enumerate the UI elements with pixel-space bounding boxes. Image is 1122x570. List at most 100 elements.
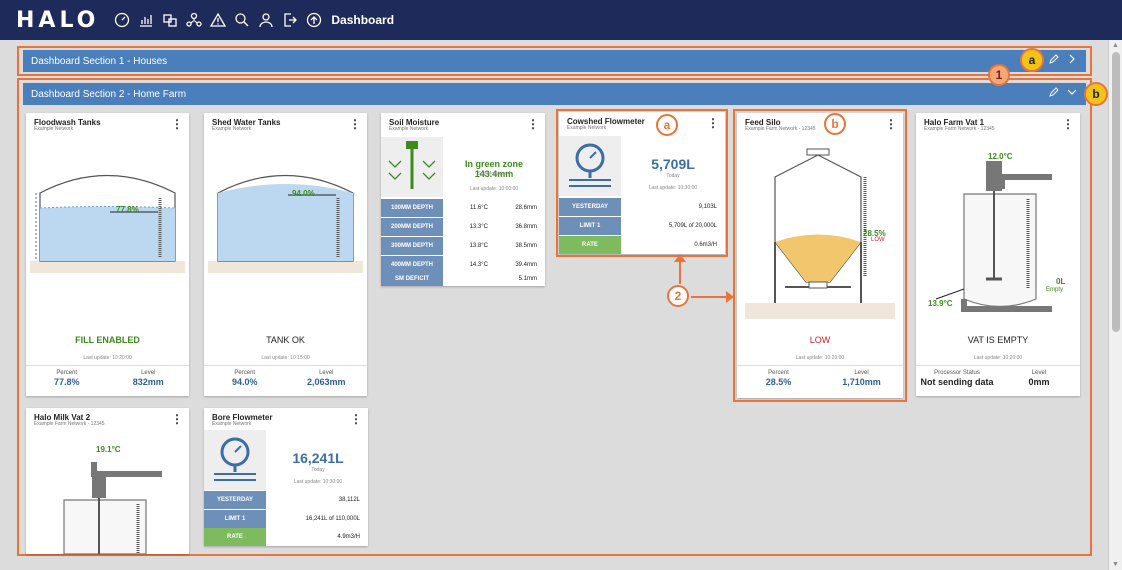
vat-bottom-temp: 13.9°C	[928, 299, 953, 308]
arrow-head-up	[674, 254, 686, 262]
milk-vat-graphic	[935, 161, 1052, 312]
card-shed-water-tanks[interactable]: Shed Water Tanks Example Network ⋮ 94.0%…	[204, 113, 367, 396]
annotation-outline-feed-silo	[733, 109, 907, 402]
callout-b-right: b	[1084, 82, 1108, 106]
vat-top-temp: 19.1°C	[96, 445, 121, 454]
annotation-outline-cowshed	[556, 109, 728, 257]
tank-level-label: 77.8%	[116, 205, 139, 214]
callout-a-top: a	[1020, 48, 1044, 72]
row-value: 38.5mm	[515, 243, 537, 249]
stat-row: Processor Status Not sending data Level 0m…	[916, 365, 1080, 395]
halo-logo[interactable]: HALO	[16, 8, 99, 33]
page-title: Dashboard	[331, 13, 395, 27]
stat-percent: 94.0%	[231, 377, 258, 387]
soil-row: 300MM DEPTH 13.8°C 38.5mm	[381, 237, 545, 255]
export-icon[interactable]	[279, 9, 301, 31]
soil-subtitle: Soil Moisture 4	[477, 171, 511, 177]
upload-icon[interactable]	[303, 9, 325, 31]
alert-icon[interactable]	[207, 9, 229, 31]
last-update: Last update: 10:20:00	[973, 355, 1023, 361]
callout-1: 1	[988, 64, 1010, 86]
more-vert-icon[interactable]: ⋮	[350, 412, 362, 426]
row-temp: 13.3°C	[469, 224, 488, 230]
annotation-arrow	[691, 296, 727, 298]
row-value: 36.8mm	[515, 224, 537, 230]
stat-row: Percent 77.8% Level 832mm	[26, 365, 189, 395]
milk-vat-graphic	[63, 462, 162, 554]
row-value: 16,241L of 110,000L	[305, 516, 360, 522]
vat-top-temp: 12.0°C	[988, 152, 1013, 161]
card-network: Example Network	[34, 126, 74, 132]
row-key: RATE	[204, 528, 266, 546]
scroll-thumb[interactable]	[1112, 52, 1120, 332]
users-icon[interactable]	[255, 9, 277, 31]
network-icon[interactable]	[183, 9, 205, 31]
dashboard-gauge-icon[interactable]	[111, 9, 133, 31]
flow-row: LIMIT 1 16,241L of 110,000L	[204, 510, 368, 528]
more-vert-icon[interactable]: ⋮	[527, 117, 539, 131]
card-floodwash-tanks[interactable]: Floodwash Tanks Example Network ⋮ 77.8% …	[26, 113, 189, 396]
more-vert-icon[interactable]: ⋮	[349, 117, 361, 131]
stat-percent: 77.8%	[53, 377, 80, 387]
stat-level: 0mm	[1028, 377, 1050, 387]
callout-b-card: b	[824, 113, 846, 135]
soil-row: SM DEFICIT 5.1mm	[381, 271, 545, 286]
devices-icon[interactable]	[159, 9, 181, 31]
tank-status: TANK OK	[266, 335, 305, 345]
last-update: Last update: 10:15:00	[261, 355, 310, 361]
vertical-scrollbar[interactable]: ▲ ▼	[1108, 40, 1122, 570]
chart-icon[interactable]	[135, 9, 157, 31]
card-network: Example Network	[389, 126, 429, 132]
processor-status: Not sending data	[920, 377, 994, 387]
stat-label: Percent	[234, 370, 256, 376]
more-vert-icon[interactable]: ⋮	[171, 412, 183, 426]
stat-level: 2,063mm	[306, 377, 346, 387]
card-bore-flowmeter[interactable]: Bore Flowmeter Example Network ⋮ 16,241L…	[204, 408, 368, 546]
stat-row: Percent 94.0% Level 2,063mm	[204, 365, 367, 395]
flow-total: 16,241L	[292, 450, 344, 466]
flow-row: YESTERDAY 38,112L	[204, 491, 368, 509]
vat-volume-sub: Empty	[1046, 287, 1064, 293]
water-tank-graphic	[208, 175, 363, 273]
stat-label: Level	[1031, 370, 1047, 376]
row-value: 28.6mm	[515, 205, 537, 211]
stat-label: Processor Status	[934, 370, 980, 376]
card-network: Example Network	[212, 421, 252, 427]
row-temp: 11.6°C	[470, 205, 488, 211]
row-value: 5.1mm	[518, 275, 537, 282]
row-key: 300MM DEPTH	[381, 237, 443, 255]
stat-level: 832mm	[132, 377, 164, 387]
soil-row: 200MM DEPTH 13.3°C 36.8mm	[381, 218, 545, 236]
top-navigation-bar: HALO Dashboard	[0, 0, 1122, 40]
row-value: 39.4mm	[515, 262, 537, 268]
callout-2: 2	[667, 285, 689, 307]
row-value: 4.9m3/H	[337, 534, 360, 540]
card-soil-moisture[interactable]: Soil Moisture Example Network ⋮ In green…	[381, 113, 545, 286]
stat-label: Level	[141, 370, 156, 376]
more-vert-icon[interactable]: ⋮	[171, 117, 183, 131]
stat-label: Percent	[56, 370, 78, 376]
arrow-head-right	[726, 291, 734, 303]
card-halo-milk-vat-2[interactable]: Halo Milk Vat 2 Example Farm Network - 1…	[26, 408, 189, 554]
row-key: SM DEFICIT	[381, 271, 443, 286]
more-vert-icon[interactable]: ⋮	[1062, 117, 1074, 131]
tank-status: FILL ENABLED	[75, 335, 140, 345]
callout-a-card: a	[656, 114, 678, 136]
row-key: YESTERDAY	[204, 491, 266, 509]
scroll-up-icon[interactable]: ▲	[1112, 42, 1119, 49]
row-temp: 14.3°C	[469, 262, 488, 268]
last-update: Last update: 10:00:00	[469, 186, 519, 192]
row-key: 200MM DEPTH	[381, 218, 443, 236]
stat-label: Level	[319, 370, 334, 376]
card-halo-farm-vat-1[interactable]: Halo Farm Vat 1 Example Farm Network - 1…	[916, 113, 1080, 396]
water-tank-graphic	[30, 175, 185, 273]
tank-level-label: 94.0%	[292, 189, 315, 198]
annotation-outline-section-1	[17, 46, 1092, 76]
card-network: Example Network	[212, 126, 252, 132]
flow-period: Today	[311, 467, 325, 473]
card-network: Example Farm Network - 12345	[924, 126, 995, 132]
flowmeter-gauge-icon	[214, 437, 256, 481]
search-icon[interactable]	[231, 9, 253, 31]
scroll-down-icon[interactable]: ▼	[1112, 561, 1119, 568]
last-update: Last update: 10:20:00	[83, 355, 132, 361]
